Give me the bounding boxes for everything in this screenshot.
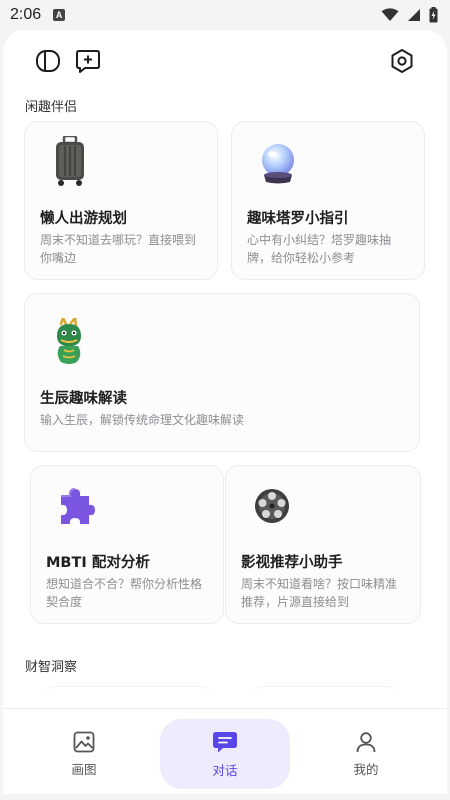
nav-item-chat[interactable]: 对话 (160, 719, 290, 789)
card-title: MBTI 配对分析 (46, 555, 150, 571)
battery-charging-icon (429, 7, 438, 23)
card-desc-line-1: 周末不知道看啥？按口味精准 (241, 577, 398, 591)
new-chat-button[interactable] (73, 46, 103, 76)
nav-label: 画图 (71, 761, 97, 777)
suitcase-icon (53, 134, 87, 192)
chat-bubble-icon (213, 731, 237, 752)
card-title: 生辰趣味解读 (40, 391, 127, 407)
card-lazy-trip[interactable]: 懒人出游规划 周末不知道去哪玩？直接喂到 你嘴边 (24, 121, 218, 280)
settings-button[interactable] (387, 46, 417, 76)
card-desc-line-2: 你嘴边 (40, 251, 77, 265)
status-time: 2:06 (10, 6, 42, 23)
user-icon (356, 731, 376, 752)
card-desc-line-1: 输入生辰，解锁传统命理文化趣味解读 (40, 413, 245, 427)
image-icon (73, 731, 95, 752)
signal-icon (408, 9, 420, 21)
card-birth-reading[interactable]: 生辰趣味解读 输入生辰，解锁传统命理文化趣味解读 (24, 293, 420, 452)
app-window: 闲趣伴侣 懒人出游规划 周末不知道去哪玩？直接喂到 你嘴边 趣味塔罗小指引 心中… (3, 30, 447, 800)
crystal-ball-icon (258, 142, 298, 190)
sidebar-toggle-icon (36, 50, 60, 72)
finance-card-edge (43, 686, 213, 708)
status-bar: 2:06 A (0, 0, 450, 30)
top-bar (3, 30, 447, 92)
finance-cards-peek (3, 678, 447, 708)
finance-card-edge (251, 686, 401, 708)
nav-label: 对话 (212, 762, 238, 778)
notification-badge: A (53, 9, 66, 21)
card-title: 懒人出游规划 (40, 211, 127, 227)
card-desc-line-2: 契合度 (46, 595, 83, 609)
card-title: 趣味塔罗小指引 (247, 211, 349, 227)
bottom-nav: 画图 对话 我的 (3, 708, 447, 800)
nav-item-mine[interactable]: 我的 (301, 719, 431, 789)
status-icons (381, 7, 438, 23)
section-title-finance: 财智洞察 (25, 660, 78, 675)
card-title: 影视推荐小助手 (241, 555, 343, 571)
puzzle-piece-icon (57, 486, 97, 530)
settings-hexagon-icon (391, 49, 413, 73)
card-movie-assistant[interactable]: 影视推荐小助手 周末不知道看啥？按口味精准 推荐，片源直接给到 (225, 465, 421, 624)
film-reel-icon (252, 486, 292, 530)
card-mbti-match[interactable]: MBTI 配对分析 想知道合不合？帮你分析性格 契合度 (30, 465, 224, 624)
card-tarot[interactable]: 趣味塔罗小指引 心中有小纠结？塔罗趣味抽 牌，给你轻松小参考 (231, 121, 425, 280)
card-desc-line-1: 心中有小纠结？塔罗趣味抽 (247, 233, 392, 247)
new-chat-icon (76, 50, 100, 73)
card-desc-line-1: 想知道合不合？帮你分析性格 (46, 577, 203, 591)
sidebar-toggle-button[interactable] (33, 46, 63, 76)
system-nav-bar (0, 794, 450, 800)
nav-label: 我的 (353, 761, 379, 777)
dragon-icon (51, 314, 87, 370)
wifi-icon (381, 8, 399, 21)
nav-item-draw[interactable]: 画图 (19, 719, 149, 789)
section-title-leisure: 闲趣伴侣 (25, 100, 78, 115)
card-desc-line-2: 牌，给你轻松小参考 (247, 251, 356, 265)
card-desc-line-1: 周末不知道去哪玩？直接喂到 (40, 233, 197, 247)
card-desc-line-2: 推荐，片源直接给到 (241, 595, 350, 609)
